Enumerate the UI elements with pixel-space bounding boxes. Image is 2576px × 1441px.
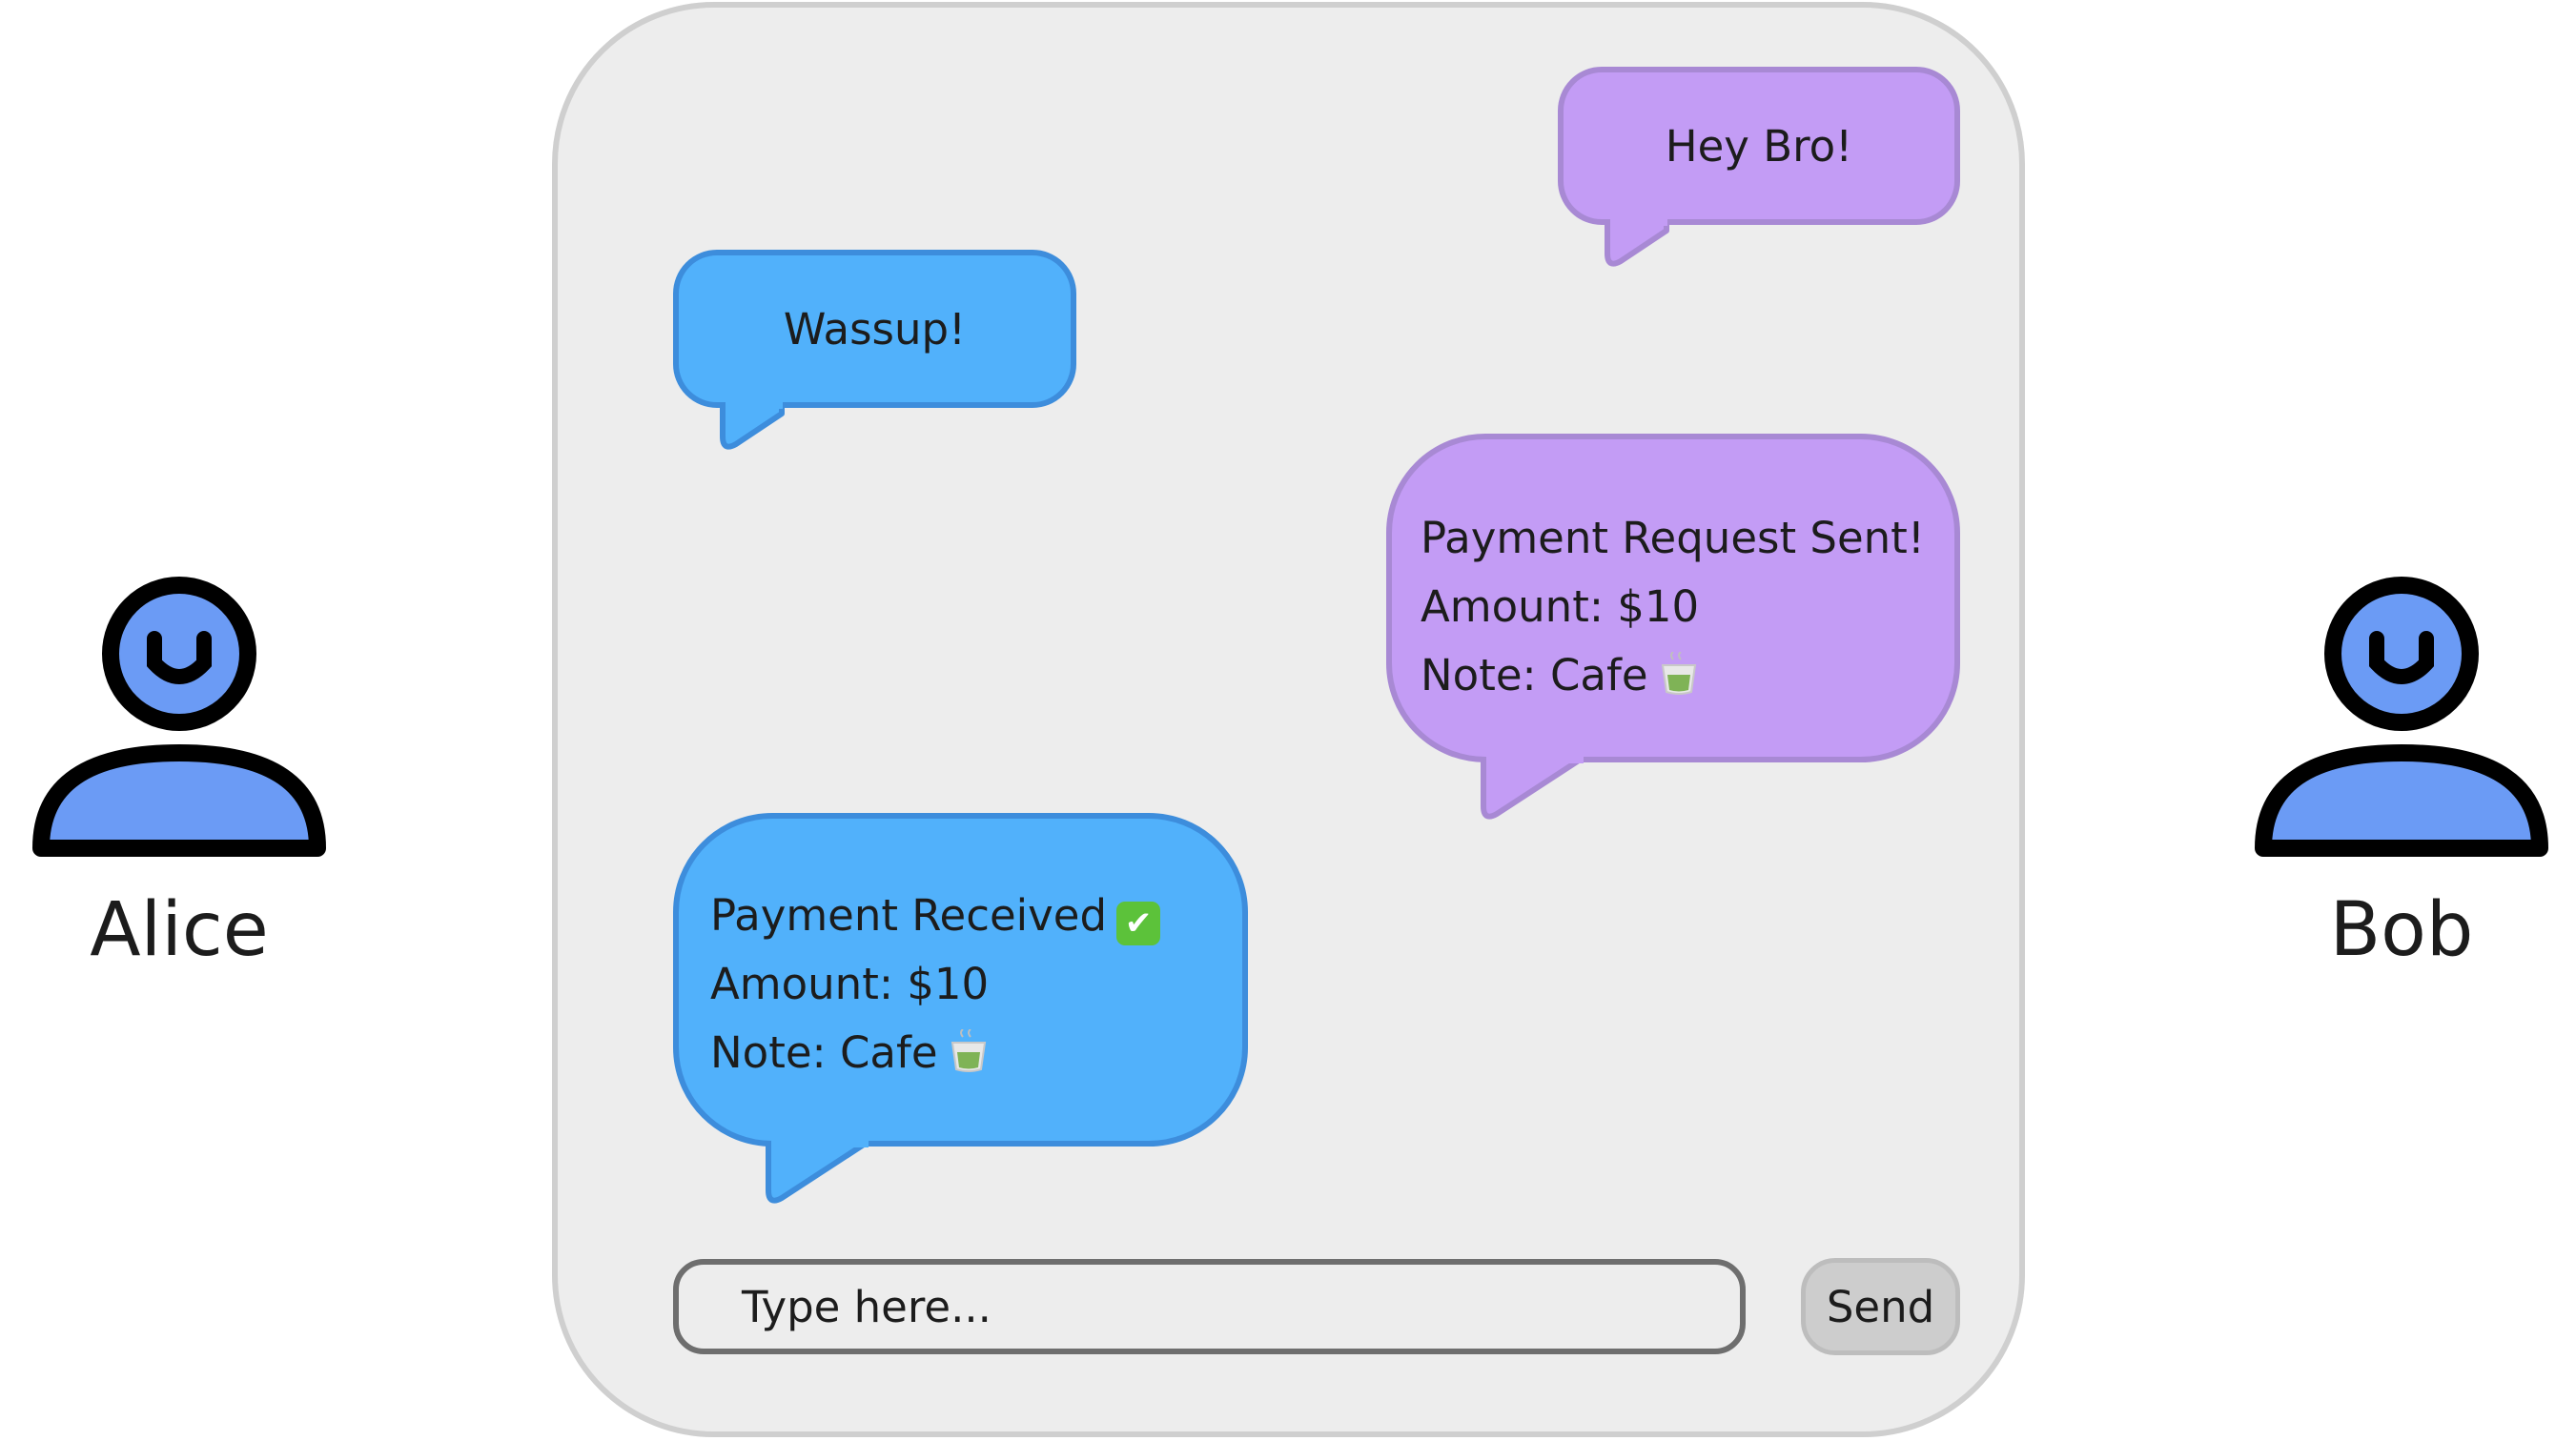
message-text: Hey Bro! (1665, 120, 1853, 172)
payment-received-bubble: Payment Received ✔ Amount: $10 Note: Cafe (673, 813, 1248, 1204)
tea-cup-icon (1661, 652, 1696, 695)
person-icon (32, 577, 326, 857)
payment-note: Note: Cafe (1421, 650, 1648, 700)
bubble-tail (720, 402, 785, 450)
payment-request-bubble: Payment Request Sent! Amount: $10 Note: … (1386, 434, 1960, 820)
payment-note: Note: Cafe (710, 1027, 938, 1078)
message-bubble-bob: Hey Bro! (1558, 67, 1960, 267)
payment-request-title: Payment Request Sent! (1421, 513, 1925, 563)
message-bubble-alice: Wassup! (673, 250, 1076, 450)
user-name-alice: Alice (90, 887, 269, 973)
payment-amount: Amount: $10 (1421, 581, 1700, 632)
bubble-tail (766, 1141, 871, 1204)
tea-cup-icon (951, 1029, 986, 1072)
user-name-bob: Bob (2329, 887, 2474, 973)
check-mark-icon: ✔ (1116, 902, 1161, 945)
payment-received-title: Payment Received (710, 890, 1108, 941)
bob-avatar: Bob (2254, 576, 2549, 973)
message-text: Wassup! (783, 303, 967, 355)
payment-amount: Amount: $10 (710, 959, 990, 1009)
person-icon (2255, 577, 2548, 857)
send-button[interactable]: Send (1801, 1258, 1960, 1355)
alice-avatar: Alice (31, 576, 327, 973)
bubble-tail (1481, 757, 1586, 820)
bubble-tail (1605, 219, 1669, 267)
message-input[interactable]: Type here... (673, 1259, 1746, 1354)
